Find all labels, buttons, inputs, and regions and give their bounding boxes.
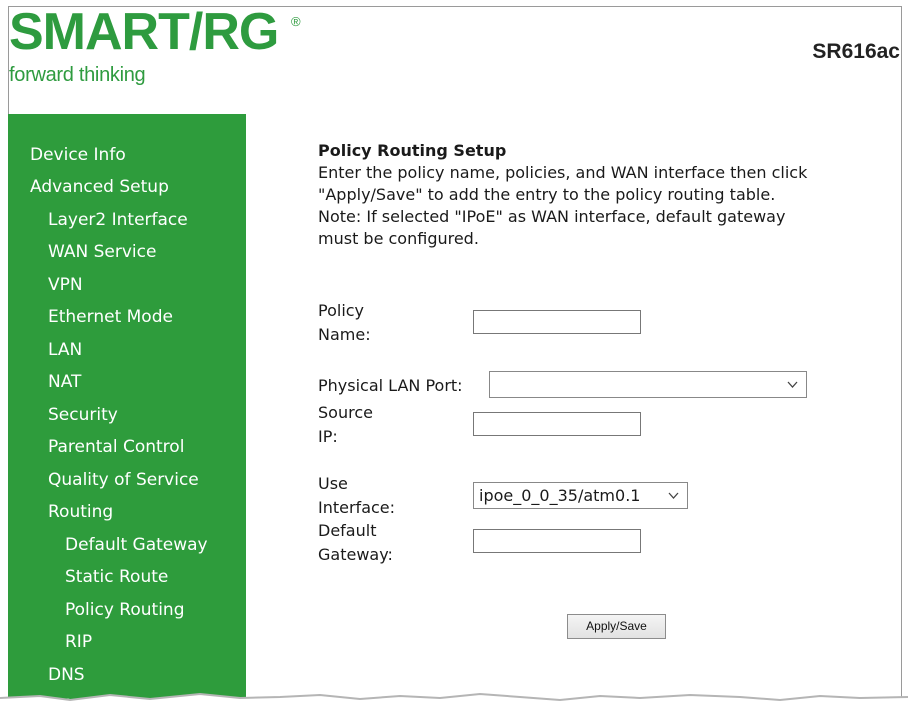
main-content: Policy Routing Setup Enter the policy na… [318,140,888,250]
sidebar-item-dns[interactable]: DNS [48,665,85,685]
apply-save-button[interactable]: Apply/Save [567,614,666,639]
sidebar-item-security[interactable]: Security [48,405,118,425]
sidebar-item-layer2-interface[interactable]: Layer2 Interface [48,210,188,230]
sidebar-item-policy-routing[interactable]: Policy Routing [65,600,184,620]
chevron-down-icon [787,381,798,388]
sidebar-item-quality-of-service[interactable]: Quality of Service [48,470,199,490]
source-ip-input[interactable] [473,412,641,436]
sidebar-item-wan-service[interactable]: WAN Service [48,242,156,262]
logo-tagline: forward thinking [9,64,146,86]
source-ip-label-line1: Source [318,403,373,422]
sidebar-item-vpn[interactable]: VPN [48,275,83,295]
policy-name-label-line2: Name: [318,325,371,344]
default-gateway-label-line2: Gateway: [318,545,393,564]
sidebar-item-advanced-setup[interactable]: Advanced Setup [30,177,169,197]
source-ip-label-line2: IP: [318,427,338,446]
page-description-line-1: Enter the policy name, policies, and WAN… [318,163,808,182]
page-title: Policy Routing Setup [318,141,507,160]
sidebar-item-default-gateway[interactable]: Default Gateway [65,535,208,555]
page-description-line-2: "Apply/Save" to add the entry to the pol… [318,185,776,204]
torn-edge-decoration [0,692,908,711]
physical-lan-port-select[interactable] [489,371,807,398]
brand-logo: SMART/RG ® forward thinking [8,3,328,98]
logo-registered-mark: ® [291,14,301,29]
sidebar-item-routing[interactable]: Routing [48,502,113,522]
chevron-down-icon [668,492,679,499]
device-model: SR616ac [812,40,900,63]
use-interface-label-line1: Use [318,474,348,493]
policy-name-label-line1: Policy [318,301,365,320]
logo-wordmark: SMART/RG [9,3,279,61]
sidebar-item-static-route[interactable]: Static Route [65,567,168,587]
sidebar-item-ethernet-mode[interactable]: Ethernet Mode [48,307,173,327]
use-interface-value: ipoe_0_0_35/atm0.1 [479,486,641,505]
sidebar-item-parental-control[interactable]: Parental Control [48,437,184,457]
physical-lan-port-label: Physical LAN Port: [318,376,463,395]
default-gateway-input[interactable] [473,529,641,553]
page-description-line-4: must be configured. [318,229,479,248]
default-gateway-label-line1: Default [318,521,377,540]
sidebar-item-lan[interactable]: LAN [48,340,82,360]
use-interface-label-line2: Interface: [318,498,396,517]
sidebar-item-device-info[interactable]: Device Info [30,145,126,165]
policy-name-input[interactable] [473,310,641,334]
sidebar-nav: Device Info Advanced Setup Layer2 Interf… [8,114,246,711]
sidebar-item-rip[interactable]: RIP [65,632,92,652]
page-description-line-3: Note: If selected "IPoE" as WAN interfac… [318,207,786,226]
use-interface-select[interactable]: ipoe_0_0_35/atm0.1 [473,482,688,509]
sidebar-item-nat[interactable]: NAT [48,372,81,392]
